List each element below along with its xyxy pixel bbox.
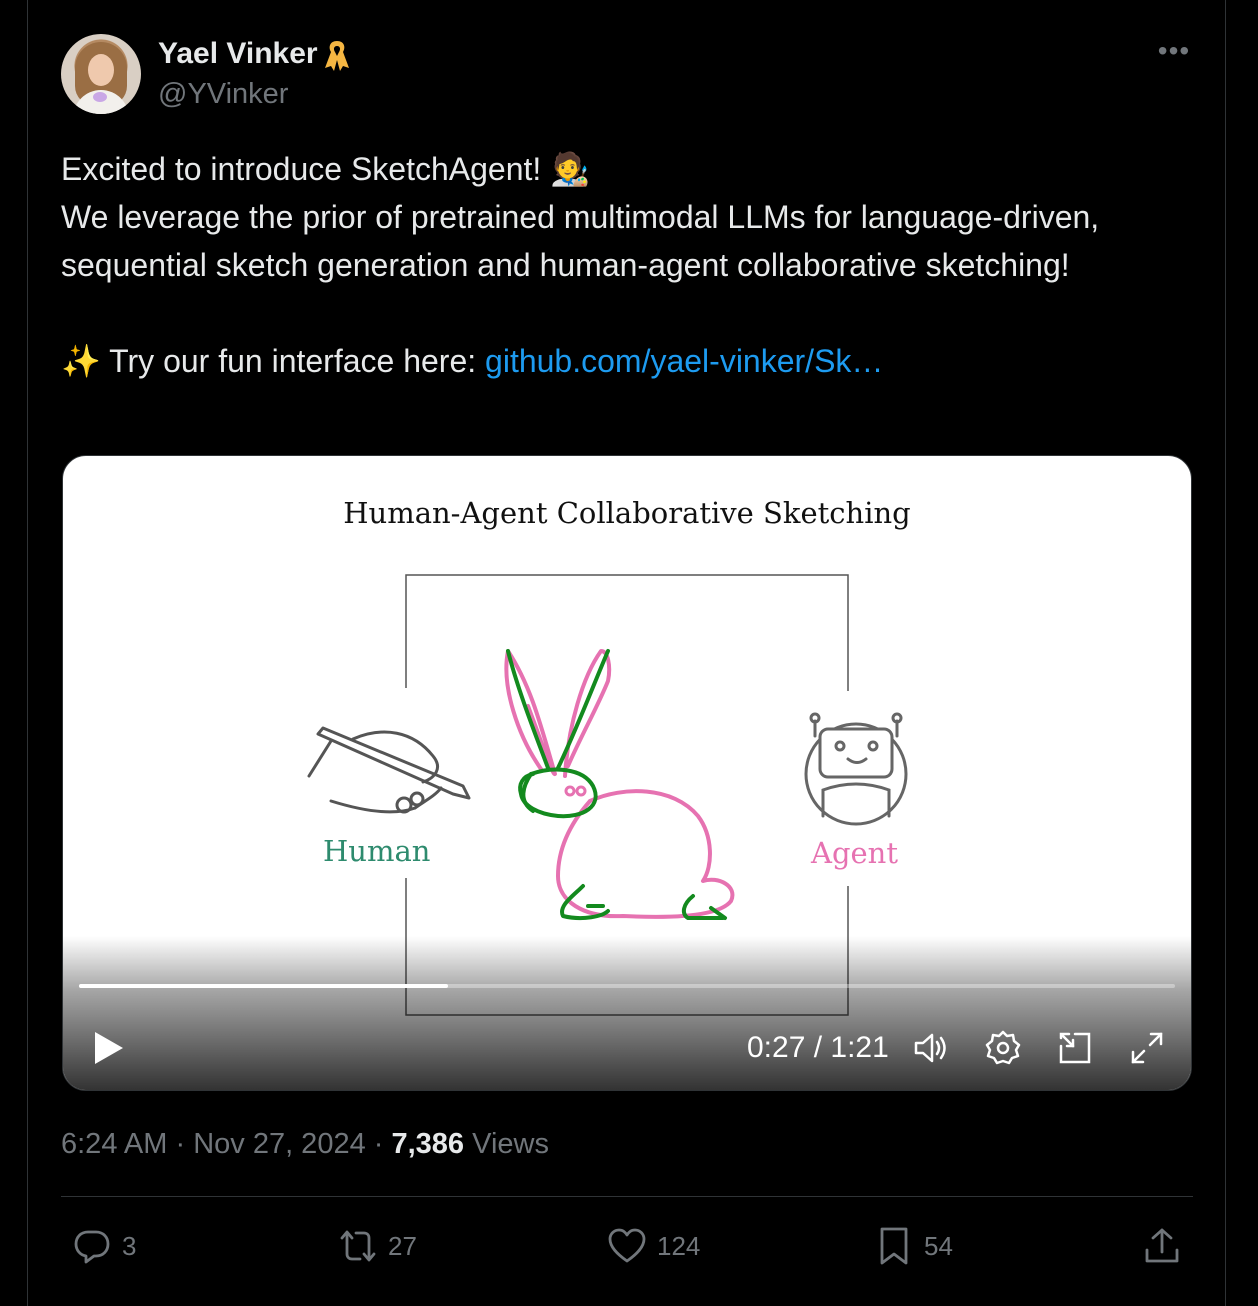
repost-count: 27	[388, 1230, 417, 1261]
bookmark-icon	[880, 1227, 908, 1265]
more-icon[interactable]: •••	[1156, 36, 1192, 72]
sparkles-icon: ✨	[61, 342, 101, 380]
divider	[61, 1196, 1193, 1197]
settings-icon[interactable]	[983, 1028, 1023, 1068]
tweet-line-1: Excited to introduce SketchAgent! 🧑‍🎨	[61, 150, 591, 188]
user-display-name[interactable]: Yael Vinker	[158, 36, 318, 72]
repost-icon	[340, 1230, 376, 1262]
rabbit-sketch	[504, 649, 735, 921]
repost-button[interactable]: 27	[338, 1222, 417, 1270]
views-label: Views	[464, 1128, 549, 1160]
tweet-line-3: ✨ Try our fun interface here: github.com…	[61, 342, 884, 380]
like-count: 124	[657, 1230, 701, 1261]
bookmark-count: 54	[924, 1230, 953, 1261]
ribbon-icon	[325, 41, 349, 71]
fullscreen-icon[interactable]	[1127, 1028, 1167, 1068]
picture-in-picture-icon[interactable]	[1055, 1028, 1095, 1068]
share-button[interactable]	[1142, 1222, 1192, 1270]
tweet-date[interactable]: Nov 27, 2024	[193, 1128, 366, 1160]
artist-emoji-icon: 🧑‍🎨	[550, 150, 591, 188]
like-button[interactable]: 124	[607, 1222, 700, 1270]
share-icon	[1145, 1228, 1179, 1263]
progress-bar[interactable]	[79, 984, 1175, 988]
tweet-meta: 6:24 AM · Nov 27, 2024 · 7,386 Views	[61, 1128, 549, 1160]
play-icon[interactable]	[91, 1028, 127, 1068]
tweet-time[interactable]: 6:24 AM	[61, 1128, 167, 1160]
timeline-border-right	[1225, 0, 1226, 1306]
progress-fill	[79, 984, 449, 988]
like-icon	[608, 1228, 646, 1263]
github-link[interactable]: github.com/yael-vinker/Sk…	[485, 343, 883, 379]
label-human: Human	[323, 834, 431, 868]
video-time: 0:27 / 1:21	[747, 1031, 889, 1064]
avatar[interactable]	[61, 34, 141, 114]
video-title: Human-Agent Collaborative Sketching	[343, 496, 911, 530]
reply-count: 3	[122, 1230, 137, 1261]
volume-icon[interactable]	[911, 1028, 951, 1068]
tweet-line-2: We leverage the prior of pretrained mult…	[61, 199, 1100, 283]
video-player[interactable]: Human-Agent Collaborative Sketching Huma…	[62, 455, 1192, 1091]
bookmark-button[interactable]: 54	[874, 1222, 953, 1270]
reply-icon	[74, 1230, 110, 1264]
reply-button[interactable]: 3	[72, 1222, 136, 1270]
label-agent: Agent	[811, 836, 898, 870]
tweet-text: Excited to introduce SketchAgent! 🧑‍🎨 We…	[61, 145, 1191, 385]
timeline-border-left	[27, 0, 28, 1306]
user-handle[interactable]: @YVinker	[158, 76, 288, 112]
views-count: 7,386	[391, 1128, 465, 1160]
